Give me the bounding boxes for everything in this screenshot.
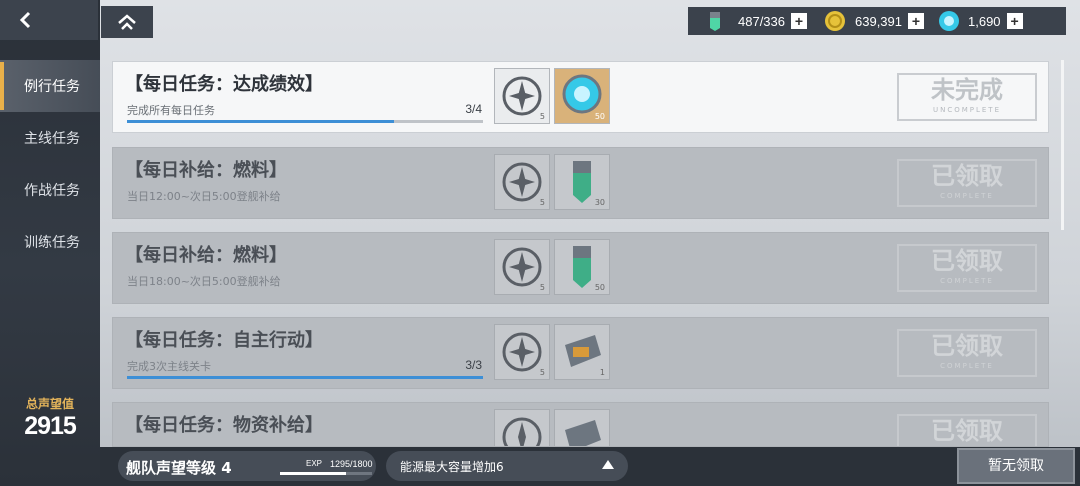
reward-count: 30	[594, 198, 605, 207]
fuel-resource: 487/336 +	[704, 10, 807, 32]
nav-item-label: 例行任务	[24, 79, 80, 95]
gold-coin-icon	[825, 11, 845, 31]
task-description: 当日18:00~次日5:00登舰补给	[127, 275, 281, 288]
status-text-en: COMPLETE	[940, 362, 994, 370]
chevron-left-icon	[19, 11, 31, 29]
task-progress-bar	[127, 120, 483, 123]
task-status-badge: 已领取	[897, 414, 1037, 446]
task-status-badge: 已领取 COMPLETE	[897, 329, 1037, 377]
nav-item-combat-tasks[interactable]: 作战任务	[0, 164, 100, 216]
gem-value: 1,690	[968, 13, 1001, 29]
task-title: 【每日任务：达成绩效】	[125, 74, 323, 95]
reward-reputation[interactable]: 5	[494, 68, 550, 124]
task-card[interactable]: 【每日补给：燃料】 当日18:00~次日5:00登舰补给 5 50 已领取 CO…	[112, 232, 1049, 304]
exp-value: 1295/1800	[330, 459, 373, 469]
gem-resource: 1,690 +	[936, 8, 1023, 34]
task-card[interactable]: 【每日任务：物资补给】 已领取	[112, 402, 1049, 447]
task-description: 完成所有每日任务	[127, 104, 215, 117]
task-card[interactable]: 【每日任务：自主行动】 完成3次主线关卡 3/3 5 1 已领取 COMPLET…	[112, 317, 1049, 389]
reward-count: 5	[539, 112, 545, 121]
cyan-gem-icon	[939, 11, 959, 31]
reward-reputation[interactable]	[494, 409, 550, 446]
device-chip-icon	[565, 420, 601, 446]
add-gem-button[interactable]: +	[1006, 13, 1023, 29]
total-reputation: 总声望值 2915	[0, 395, 100, 441]
reward-count: 50	[594, 112, 605, 121]
gold-value: 639,391	[855, 13, 902, 29]
task-progress-text: 3/3	[465, 358, 482, 372]
exp-progress-fill	[280, 472, 347, 475]
task-title: 【每日任务：自主行动】	[125, 330, 323, 351]
task-progress-bar	[127, 376, 483, 379]
scrollbar[interactable]	[1061, 60, 1064, 230]
status-text-en: UNCOMPLETE	[932, 106, 1002, 114]
nav-item-label: 训练任务	[24, 235, 80, 251]
level-bonus-dropdown[interactable]: 能源最大容量增加6	[386, 451, 628, 481]
resource-bar: 487/336 + 639,391 + 1,690 +	[688, 7, 1066, 35]
status-text: 已领取	[931, 331, 1003, 360]
status-text: 已领取	[931, 161, 1003, 190]
reward-item[interactable]	[554, 409, 610, 446]
status-text: 未完成	[931, 75, 1003, 104]
status-text-en: COMPLETE	[940, 192, 994, 200]
task-title: 【每日任务：物资补给】	[125, 415, 323, 436]
reputation-emblem-icon	[502, 417, 542, 446]
reward-item[interactable]: 50	[554, 68, 610, 124]
reward-item[interactable]: 50	[554, 239, 610, 295]
reward-count: 5	[539, 368, 545, 377]
reward-reputation[interactable]: 5	[494, 239, 550, 295]
fleet-level-label: 舰队声望等级 4	[126, 459, 232, 477]
task-status-badge: 已领取 COMPLETE	[897, 159, 1037, 207]
task-title: 【每日补给：燃料】	[125, 160, 287, 181]
reward-count: 5	[539, 283, 545, 292]
nav-item-label: 主线任务	[24, 131, 80, 147]
fuel-value: 487/336	[738, 13, 785, 29]
expand-arrow-icon	[602, 460, 614, 469]
status-text: 已领取	[931, 246, 1003, 275]
task-progress-fill	[127, 120, 394, 123]
gold-resource: 639,391 +	[823, 9, 924, 33]
back-button[interactable]	[0, 0, 98, 40]
add-gold-button[interactable]: +	[908, 13, 924, 29]
home-button[interactable]	[101, 6, 153, 38]
fleet-level-panel: 舰队声望等级 4 EXP 1295/1800	[118, 451, 376, 481]
nav-item-main-tasks[interactable]: 主线任务	[0, 112, 100, 164]
task-card[interactable]: 【每日任务：达成绩效】 完成所有每日任务 3/4 5 50 未完成 UNCOMP…	[112, 61, 1049, 133]
task-description: 完成3次主线关卡	[127, 360, 211, 373]
screen: 例行任务 主线任务 作战任务 训练任务 总声望值 2915 487/336 + …	[0, 0, 1080, 486]
task-title: 【每日补给：燃料】	[125, 245, 287, 266]
reward-item[interactable]: 30	[554, 154, 610, 210]
reward-count: 1	[599, 368, 605, 377]
reward-reputation[interactable]: 5	[494, 154, 550, 210]
fuel-crystal-icon	[710, 12, 720, 31]
sidebar: 例行任务 主线任务 作战任务 训练任务 总声望值 2915	[0, 0, 100, 486]
reward-reputation[interactable]: 5	[494, 324, 550, 380]
reputation-value: 2915	[24, 412, 77, 440]
reward-item[interactable]: 1	[554, 324, 610, 380]
task-description: 当日12:00~次日5:00登舰补给	[127, 190, 281, 203]
footer-bar: 舰队声望等级 4 EXP 1295/1800 能源最大容量增加6 暂无领取	[100, 447, 1080, 486]
task-card[interactable]: 【每日补给：燃料】 当日12:00~次日5:00登舰补给 5 30 已领取 CO…	[112, 147, 1049, 219]
reward-count: 50	[594, 283, 605, 292]
exp-progress-bar	[280, 472, 372, 475]
nav-item-routine-tasks[interactable]: 例行任务	[0, 60, 100, 112]
home-chevron-icon	[118, 14, 136, 30]
bonus-text: 能源最大容量增加6	[400, 460, 504, 474]
status-text: 已领取	[931, 416, 1003, 445]
add-fuel-button[interactable]: +	[791, 13, 807, 29]
claim-all-button[interactable]: 暂无领取	[957, 448, 1075, 484]
task-category-nav: 例行任务 主线任务 作战任务 训练任务	[0, 60, 100, 268]
exp-label: EXP	[306, 459, 323, 468]
task-status-badge: 已领取 COMPLETE	[897, 244, 1037, 292]
task-progress-text: 3/4	[465, 102, 482, 116]
status-text-en: COMPLETE	[940, 277, 994, 285]
nav-item-label: 作战任务	[24, 183, 80, 199]
task-progress-fill	[127, 376, 483, 379]
task-status-badge: 未完成 UNCOMPLETE	[897, 73, 1037, 121]
reputation-label: 总声望值	[25, 397, 74, 411]
nav-item-training-tasks[interactable]: 训练任务	[0, 216, 100, 268]
reward-count: 5	[539, 198, 545, 207]
